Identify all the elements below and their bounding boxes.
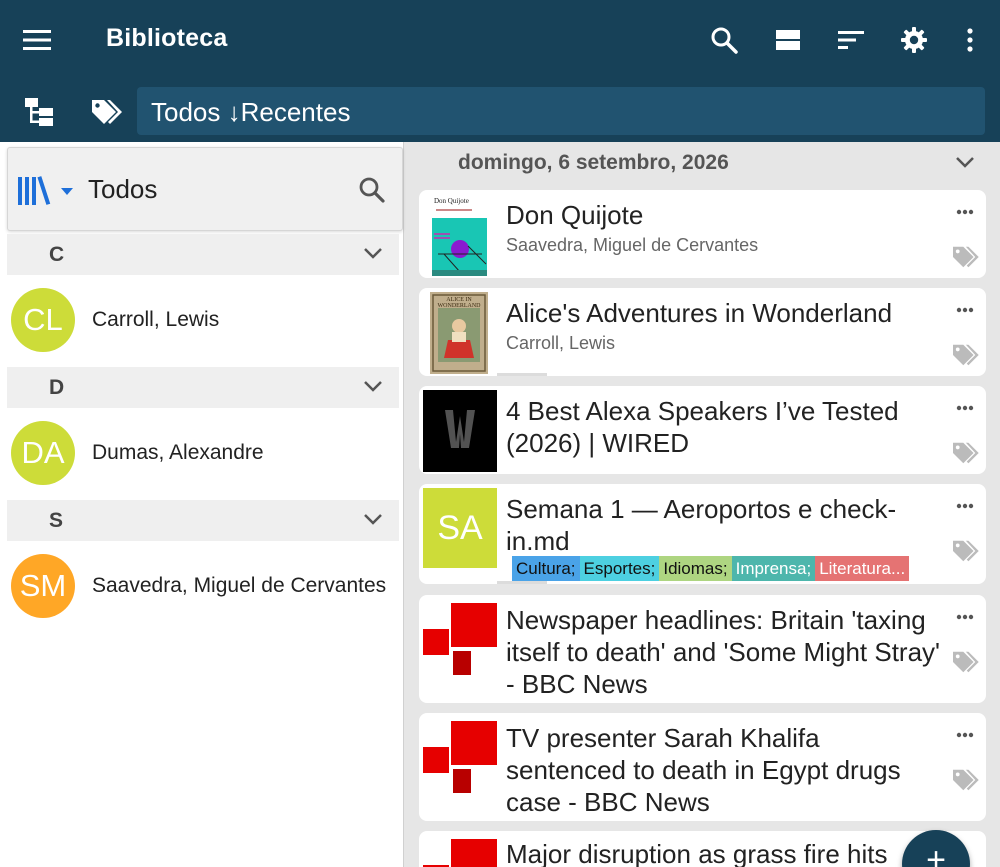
- bbc-logo-thumbnail: [423, 601, 497, 677]
- tag-icon[interactable]: [88, 94, 124, 130]
- more-horiz-icon[interactable]: [956, 398, 974, 416]
- reading-progress: [497, 373, 547, 376]
- document-card[interactable]: TV presenter Sarah Khalifa sentenced to …: [419, 713, 986, 821]
- article-thumbnail: [423, 390, 497, 472]
- tag-list: Cultura; Esportes; Idiomas; Imprensa; Li…: [512, 556, 910, 581]
- book-cover: Don Quijote: [432, 194, 487, 276]
- more-vert-icon[interactable]: [952, 22, 988, 58]
- more-horiz-icon[interactable]: [956, 496, 974, 514]
- tag-icon[interactable]: [950, 343, 980, 372]
- tag-icon[interactable]: [950, 441, 980, 470]
- tag-chip[interactable]: Imprensa;: [731, 556, 816, 581]
- tag-chip[interactable]: Idiomas;: [659, 556, 732, 581]
- tag-icon[interactable]: [950, 650, 980, 679]
- card-title: TV presenter Sarah Khalifa sentenced to …: [506, 723, 901, 817]
- card-title: Alice's Adventures in Wonderland: [506, 298, 893, 328]
- chevron-down-icon[interactable]: [363, 246, 383, 264]
- gear-icon[interactable]: [896, 22, 932, 58]
- document-card[interactable]: Major disruption as grass fire hits: [419, 831, 986, 867]
- avatar: SM: [11, 554, 75, 618]
- document-card[interactable]: Newspaper headlines: Britain 'taxing its…: [419, 595, 986, 703]
- card-title: Major disruption as grass fire hits: [506, 839, 888, 867]
- search-icon[interactable]: [706, 22, 742, 58]
- library-title: Todos: [88, 174, 158, 204]
- group-letter: D: [49, 376, 65, 399]
- card-title: Don Quijote: [506, 200, 644, 230]
- card-title: Semana 1 — Aeroportos e check-in.md: [506, 494, 897, 556]
- filter-sort-text: Todos ↓Recentes: [151, 97, 351, 127]
- app-bar: Biblioteca Todos ↓Recentes: [0, 0, 1000, 142]
- document-card[interactable]: SA Semana 1 — Aeroportos e check-in.md C…: [419, 484, 986, 584]
- avatar: CL: [11, 288, 75, 352]
- menu-icon[interactable]: [18, 22, 56, 58]
- chevron-down-icon[interactable]: [363, 512, 383, 530]
- tag-icon[interactable]: [950, 245, 980, 274]
- document-card[interactable]: 4 Best Alexa Speakers I’ve Tested (2026)…: [419, 386, 986, 474]
- cover-title: ALICE IN WONDERLAND: [437, 297, 481, 309]
- tag-chip[interactable]: Esportes;: [579, 556, 660, 581]
- library-icon[interactable]: [16, 174, 76, 213]
- date-header: domingo, 6 setembro, 2026: [458, 151, 729, 174]
- chevron-down-icon[interactable]: [955, 155, 975, 173]
- author-item[interactable]: SM Saavedra, Miguel de Cervantes: [7, 541, 399, 631]
- author-name: Saavedra, Miguel de Cervantes: [92, 574, 387, 597]
- tag-icon[interactable]: [950, 539, 980, 568]
- search-icon[interactable]: [358, 176, 386, 209]
- tag-icon[interactable]: [950, 768, 980, 797]
- bbc-logo-thumbnail: [423, 837, 497, 867]
- book-cover: ALICE IN WONDERLAND: [430, 292, 488, 374]
- card-author: Saavedra, Miguel de Cervantes: [506, 235, 759, 255]
- card-title: 4 Best Alexa Speakers I’ve Tested (2026)…: [506, 396, 899, 458]
- more-horiz-icon[interactable]: [956, 607, 974, 625]
- more-horiz-icon[interactable]: [956, 300, 974, 318]
- author-name: Carroll, Lewis: [92, 308, 220, 331]
- tag-chip[interactable]: Literatura...: [815, 556, 910, 581]
- sort-icon[interactable]: [833, 22, 869, 58]
- app-bar-top-row: Biblioteca: [0, 0, 1000, 80]
- author-group-header[interactable]: D: [7, 367, 399, 408]
- author-name: Dumas, Alexandre: [92, 441, 264, 464]
- more-horiz-icon[interactable]: [956, 725, 974, 743]
- bbc-logo-thumbnail: [423, 719, 497, 795]
- tree-icon[interactable]: [22, 95, 56, 129]
- app-title: Biblioteca: [106, 24, 228, 52]
- avatar: DA: [11, 421, 75, 485]
- chevron-down-icon[interactable]: [363, 379, 383, 397]
- document-initials-thumb: SA: [423, 488, 497, 568]
- filter-sort-field[interactable]: Todos ↓Recentes: [137, 87, 985, 135]
- card-title: Newspaper headlines: Britain 'taxing its…: [506, 605, 941, 699]
- author-item[interactable]: CL Carroll, Lewis: [7, 275, 399, 365]
- group-letter: S: [49, 509, 64, 532]
- more-horiz-icon[interactable]: [956, 202, 974, 220]
- card-author: Carroll, Lewis: [506, 333, 616, 353]
- library-panel: Todos C CL Carroll, Lewis D DA Dumas, Al…: [0, 142, 404, 867]
- reading-progress: [497, 581, 547, 584]
- view-mode-icon[interactable]: [770, 22, 806, 58]
- document-card[interactable]: Don Quijote Don Quijote Saavedra, Miguel…: [419, 190, 986, 278]
- document-card[interactable]: ALICE IN WONDERLAND Alice's Adventures i…: [419, 288, 986, 376]
- cover-title: Don Quijote: [434, 197, 469, 205]
- group-letter: C: [49, 243, 65, 266]
- library-header: Todos: [7, 147, 403, 231]
- tag-chip[interactable]: Cultura;: [512, 556, 580, 581]
- author-item[interactable]: DA Dumas, Alexandre: [7, 408, 399, 498]
- author-group-header[interactable]: S: [7, 500, 399, 541]
- author-group-header[interactable]: C: [7, 234, 399, 275]
